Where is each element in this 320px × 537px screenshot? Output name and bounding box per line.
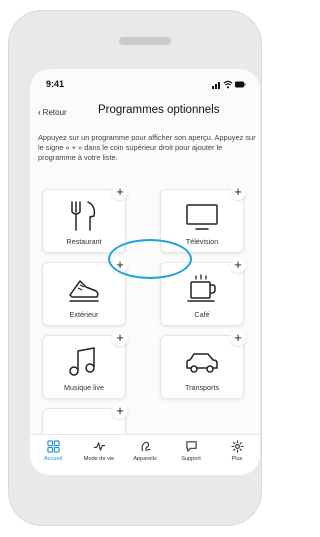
tab-accueil[interactable]: Accueil	[30, 440, 76, 462]
tab-label: Plus	[231, 456, 243, 462]
battery-icon	[235, 81, 246, 88]
phone-frame: 9:41 ‹ Retour Programmes optionnels Appu…	[8, 10, 262, 526]
tab-plus[interactable]: Plus	[214, 440, 260, 462]
chat-bubble-icon	[185, 441, 197, 452]
wifi-icon	[223, 80, 233, 89]
tab-appareils[interactable]: Appareils	[122, 440, 168, 462]
status-icons	[212, 80, 246, 89]
program-label: Musique live	[64, 383, 104, 392]
restaurant-icon	[71, 201, 96, 231]
program-card-restaurant[interactable]: + Restaurant	[42, 184, 128, 253]
program-card-television[interactable]: + Télévision	[160, 184, 246, 253]
home-grid-icon	[46, 440, 60, 453]
add-program-button[interactable]: +	[230, 330, 246, 346]
tab-label: Accueil	[43, 456, 63, 462]
program-card-transports[interactable]: + Transports	[160, 330, 246, 399]
television-icon	[186, 204, 218, 230]
tab-mode-de-vie[interactable]: Mode de vie	[76, 440, 122, 462]
phone-speaker	[119, 37, 171, 45]
add-program-button[interactable]: +	[112, 257, 128, 273]
program-card-musique-live[interactable]: + Musique live	[42, 330, 128, 399]
program-label: Café	[194, 310, 210, 319]
add-program-button[interactable]: +	[230, 257, 246, 273]
program-card-cafe[interactable]: + Café	[160, 257, 246, 326]
add-program-button[interactable]: +	[112, 330, 128, 346]
tab-bar: Accueil Mode de vie Appareils Support Pl…	[30, 434, 260, 475]
app-screen: 9:41 ‹ Retour Programmes optionnels Appu…	[30, 69, 260, 475]
outdoor-shoe-icon	[69, 280, 99, 302]
tab-label: Mode de vie	[83, 456, 115, 462]
gear-icon	[230, 440, 244, 453]
nav-bar: ‹ Retour Programmes optionnels	[30, 99, 260, 125]
status-bar: 9:41	[30, 69, 260, 99]
program-label: Extérieur	[69, 310, 99, 319]
back-label: Retour	[42, 108, 67, 117]
cafe-cup-icon	[187, 274, 216, 302]
tab-label: Support	[181, 456, 201, 462]
hearing-aids-icon	[140, 441, 151, 452]
program-label: Transports	[184, 383, 220, 392]
add-program-button[interactable]: +	[112, 184, 128, 200]
program-card-exterieur[interactable]: + Extérieur	[42, 257, 128, 326]
tab-support[interactable]: Support	[168, 440, 214, 462]
music-note-icon	[69, 347, 95, 376]
add-program-button[interactable]: +	[112, 403, 128, 419]
page-title: Programmes optionnels	[98, 104, 220, 116]
back-button[interactable]: ‹ Retour	[38, 108, 67, 117]
chevron-left-icon: ‹	[38, 108, 41, 117]
add-program-button[interactable]: +	[230, 184, 246, 200]
program-label: Télévision	[185, 237, 219, 246]
status-time: 9:41	[46, 79, 65, 89]
program-label: Restaurant	[66, 237, 102, 246]
tab-label: Appareils	[133, 456, 157, 462]
car-icon	[186, 353, 218, 373]
signal-icon	[212, 82, 220, 89]
activity-icon	[93, 442, 105, 451]
intro-text: Appuyez sur un programme pour afficher s…	[38, 133, 256, 163]
